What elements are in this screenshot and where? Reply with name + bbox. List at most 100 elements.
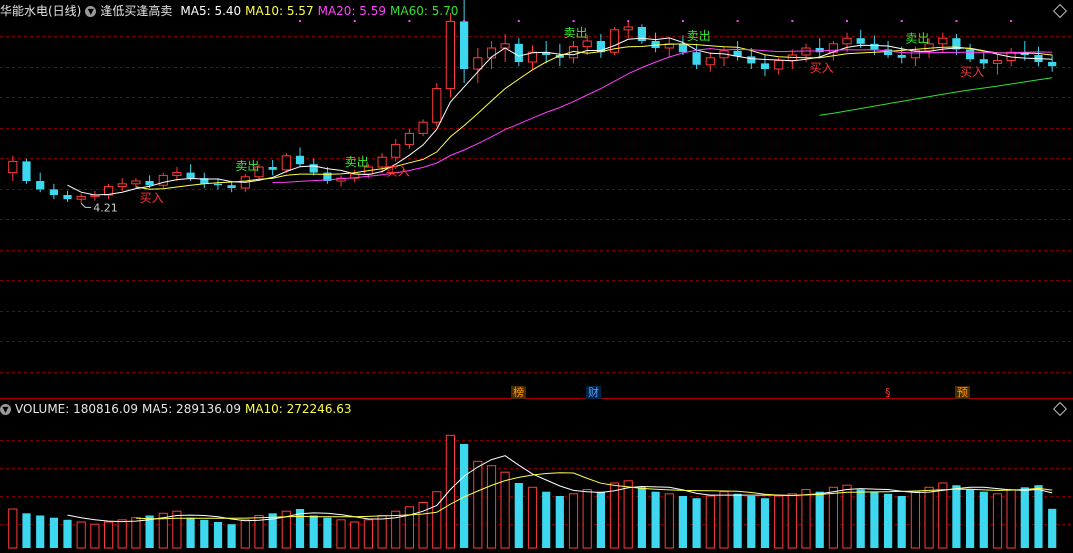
- volume-bar: [637, 487, 646, 548]
- stock-chart[interactable]: 6.654.21买入卖出卖出买入卖出卖出买入卖出买入 华能水电(日线)▼逢低买逢…: [0, 0, 1073, 550]
- signal-dot: [572, 20, 575, 22]
- candle-body: [213, 183, 223, 186]
- event-marker-label: §: [885, 386, 891, 399]
- volume-bar: [787, 493, 797, 549]
- signal-dot: [627, 20, 630, 22]
- volume-bar: [678, 496, 687, 548]
- volume-bar: [445, 434, 455, 549]
- volume-bar: [760, 498, 770, 548]
- stock-name[interactable]: 华能水电(日线): [0, 4, 81, 18]
- volume-bar: [719, 491, 729, 549]
- candle-body: [1048, 62, 1057, 67]
- volume-value: VOLUME: 180816.09: [15, 402, 138, 416]
- candle-body: [992, 60, 1003, 64]
- buy-signal-label: 买入: [960, 65, 984, 79]
- candle-body: [172, 172, 182, 176]
- volume-bar: [747, 496, 756, 548]
- candle-body: [473, 57, 483, 70]
- signal-dot: [517, 20, 520, 22]
- volume-bar: [404, 506, 414, 549]
- candle-body: [8, 160, 18, 174]
- sell-signal-label: 卖出: [235, 159, 259, 173]
- candle-body: [514, 43, 523, 62]
- volume-bar: [884, 493, 893, 548]
- candle-body: [186, 172, 195, 179]
- volume-bar: [500, 471, 510, 549]
- candle-body: [418, 121, 428, 134]
- buy-signal-label: 买入: [810, 61, 834, 75]
- volume-bar: [309, 515, 318, 548]
- volume-bar: [486, 465, 497, 549]
- event-marker-bang[interactable]: 榜: [511, 386, 526, 399]
- volume-bar: [104, 521, 114, 549]
- volume-bar: [227, 524, 236, 548]
- candle-body: [582, 40, 592, 48]
- volume-bar: [377, 515, 387, 549]
- candle-body: [678, 43, 687, 53]
- volume-bar: [36, 515, 45, 548]
- signal-dot: [955, 20, 958, 22]
- volume-bar: [952, 485, 961, 548]
- volume-bar: [924, 486, 934, 549]
- volume-bar: [1020, 487, 1029, 548]
- candle-body: [445, 20, 455, 90]
- volume-ma5: MA5: 289136.09: [142, 402, 241, 416]
- candle-body: [22, 161, 31, 181]
- formula-name[interactable]: 逢低买逢高卖: [100, 4, 172, 18]
- candle-body: [460, 21, 469, 69]
- event-marker-section[interactable]: §: [883, 386, 893, 399]
- buy-signal-label: 买入: [140, 191, 164, 205]
- volume-bar: [705, 495, 715, 549]
- volume-bar: [1006, 489, 1016, 549]
- formula-dropdown-icon[interactable]: ▼: [85, 6, 97, 17]
- candle-body: [623, 26, 633, 31]
- ma60-line: [819, 77, 1053, 116]
- volume-bar: [432, 491, 442, 549]
- candle-body: [131, 180, 141, 185]
- candle-body: [49, 189, 58, 195]
- candle-body: [268, 167, 277, 170]
- volume-bar: [323, 517, 332, 548]
- candle-body: [227, 185, 236, 188]
- candle-body: [391, 144, 401, 158]
- sell-signal-label: 卖出: [905, 32, 929, 46]
- candle-body: [705, 57, 715, 66]
- volume-bar: [117, 519, 127, 549]
- volume-bar: [979, 491, 988, 548]
- volume-bar: [596, 491, 605, 548]
- signal-dot: [736, 20, 739, 22]
- ma60-value: MA60: 5.70: [390, 4, 459, 18]
- ma5-value: MA5: 5.40: [180, 4, 242, 18]
- candle-body: [117, 183, 127, 188]
- volume-bar: [842, 484, 852, 549]
- sell-signal-label: 卖出: [687, 29, 711, 43]
- volume-bar: [350, 521, 360, 549]
- candle-body: [692, 52, 701, 65]
- candle-body: [938, 37, 948, 45]
- volume-bar: [856, 489, 865, 548]
- volume-bar: [514, 483, 523, 548]
- chart-canvas[interactable]: 6.654.21买入卖出卖出买入卖出卖出买入卖出买入: [0, 0, 1073, 550]
- candle-body: [432, 88, 442, 123]
- event-marker-finance[interactable]: 财: [586, 386, 601, 399]
- signal-dot: [846, 20, 849, 22]
- volume-bar: [609, 482, 620, 549]
- volume-bar: [664, 493, 674, 549]
- candle-body: [145, 181, 154, 186]
- volume-bar: [473, 460, 483, 549]
- signal-dot: [1010, 20, 1013, 22]
- volume-bar: [815, 491, 824, 548]
- volume-dropdown-icon[interactable]: ▼: [0, 404, 11, 415]
- volume-bar: [76, 521, 86, 549]
- event-marker-forecast[interactable]: 预: [955, 386, 970, 399]
- volume-bar: [555, 496, 564, 548]
- candle-body: [979, 59, 988, 64]
- volume-ma10: MA10: 272246.63: [244, 402, 352, 416]
- price-header: 华能水电(日线) ▼ 逢低买逢高卖 MA5: 5.40 MA10: 5.57 MA20: …: [0, 2, 462, 20]
- volume-bar: [22, 513, 31, 548]
- volume-bar: [774, 495, 784, 549]
- volume-bar: [418, 502, 428, 549]
- candle-body: [281, 155, 291, 171]
- volume-bar: [63, 519, 72, 548]
- volume-bar: [186, 517, 195, 548]
